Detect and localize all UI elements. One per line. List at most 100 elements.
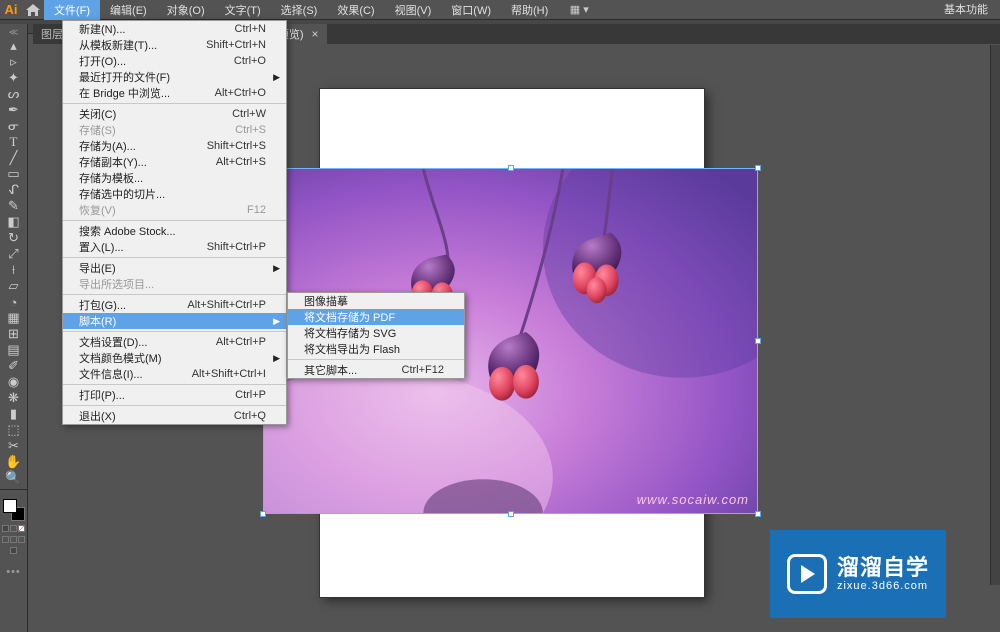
file-menu-item[interactable]: 导出(E)▶ bbox=[63, 260, 286, 276]
column-graph-tool-icon[interactable]: ▮ bbox=[2, 406, 26, 422]
artboard-tool-icon[interactable]: ⬚ bbox=[2, 422, 26, 438]
selection-handle[interactable] bbox=[755, 511, 761, 517]
curvature-tool-icon[interactable]: ᓂ bbox=[2, 118, 26, 134]
selection-tool-icon[interactable]: ▴ bbox=[2, 38, 26, 54]
panel-strip[interactable] bbox=[990, 45, 1000, 585]
submenu-arrow-icon: ▶ bbox=[273, 72, 280, 83]
mesh-tool-icon[interactable]: ⊞ bbox=[2, 326, 26, 342]
free-transform-tool-icon[interactable]: ▱ bbox=[2, 278, 26, 294]
file-menu-label: 新建(N)... bbox=[79, 21, 125, 37]
edit-toolbar-icon[interactable]: ••• bbox=[6, 566, 21, 578]
home-icon[interactable] bbox=[22, 0, 44, 20]
file-menu-label: 搜索 Adobe Stock... bbox=[79, 223, 176, 239]
menu-bar: Ai 文件(F) 编辑(E) 对象(O) 文字(T) 选择(S) 效果(C) 视… bbox=[0, 0, 1000, 20]
selection-handle[interactable] bbox=[755, 165, 761, 171]
draw-mode-row bbox=[2, 536, 25, 543]
magic-wand-tool-icon[interactable]: ✦ bbox=[2, 70, 26, 86]
selection-handle[interactable] bbox=[755, 338, 761, 344]
menu-help[interactable]: 帮助(H) bbox=[501, 0, 558, 20]
draw-behind-icon[interactable] bbox=[10, 536, 17, 543]
file-menu-dropdown: 新建(N)...Ctrl+N从模板新建(T)...Shift+Ctrl+N打开(… bbox=[62, 20, 287, 425]
selection-handle[interactable] bbox=[508, 511, 514, 517]
blend-tool-icon[interactable]: ◉ bbox=[2, 374, 26, 390]
color-mode-color-icon[interactable] bbox=[2, 525, 9, 532]
shape-builder-tool-icon[interactable]: ◔ bbox=[2, 294, 26, 310]
workspace-switcher[interactable]: 基本功能 bbox=[932, 0, 1000, 20]
color-mode-gradient-icon[interactable] bbox=[10, 525, 17, 532]
file-menu-item[interactable]: 打包(G)...Alt+Shift+Ctrl+P bbox=[63, 297, 286, 313]
file-menu-item[interactable]: 存储副本(Y)...Alt+Ctrl+S bbox=[63, 154, 286, 170]
file-menu-item[interactable]: 从模板新建(T)...Shift+Ctrl+N bbox=[63, 37, 286, 53]
slice-tool-icon[interactable]: ✂ bbox=[2, 438, 26, 454]
menu-file[interactable]: 文件(F) bbox=[44, 0, 100, 20]
scripts-menu-item[interactable]: 图像描摹 bbox=[288, 293, 464, 309]
file-menu-item[interactable]: 退出(X)Ctrl+Q bbox=[63, 408, 286, 424]
file-menu-item[interactable]: 在 Bridge 中浏览...Alt+Ctrl+O bbox=[63, 85, 286, 101]
zoom-tool-icon[interactable]: 🔍 bbox=[2, 470, 26, 486]
scripts-menu-item[interactable]: 其它脚本...Ctrl+F12 bbox=[288, 362, 464, 378]
scale-tool-icon[interactable]: ⤢ bbox=[2, 246, 26, 262]
file-menu-label: 打开(O)... bbox=[79, 53, 126, 69]
scripts-menu-label: 将文档导出为 Flash bbox=[304, 341, 400, 357]
file-menu-item[interactable]: 文档颜色模式(M)▶ bbox=[63, 350, 286, 366]
file-menu-label: 置入(L)... bbox=[79, 239, 124, 255]
rectangle-tool-icon[interactable]: ▭ bbox=[2, 166, 26, 182]
eyedropper-tool-icon[interactable]: ✐ bbox=[2, 358, 26, 374]
selection-handle[interactable] bbox=[260, 511, 266, 517]
menu-type[interactable]: 文字(T) bbox=[215, 0, 271, 20]
file-menu-item[interactable]: 关闭(C)Ctrl+W bbox=[63, 106, 286, 122]
eraser-tool-icon[interactable]: ◧ bbox=[2, 214, 26, 230]
file-menu-item[interactable]: 文档设置(D)...Alt+Ctrl+P bbox=[63, 334, 286, 350]
scripts-menu-item[interactable]: 将文档导出为 Flash bbox=[288, 341, 464, 357]
close-tab-icon[interactable]: × bbox=[312, 27, 319, 41]
menu-effect[interactable]: 效果(C) bbox=[327, 0, 384, 20]
screen-mode-icon[interactable] bbox=[10, 547, 17, 554]
line-tool-icon[interactable]: ╱ bbox=[2, 150, 26, 166]
menu-object[interactable]: 对象(O) bbox=[157, 0, 215, 20]
file-menu-item[interactable]: 存储为模板... bbox=[63, 170, 286, 186]
pen-tool-icon[interactable]: ✒ bbox=[2, 102, 26, 118]
file-menu-item[interactable]: 文件信息(I)...Alt+Shift+Ctrl+I bbox=[63, 366, 286, 382]
file-menu-item[interactable]: 打开(O)...Ctrl+O bbox=[63, 53, 286, 69]
paintbrush-tool-icon[interactable]: ᖋ bbox=[2, 182, 26, 198]
file-menu-item[interactable]: 存储为(A)...Shift+Ctrl+S bbox=[63, 138, 286, 154]
color-swatches[interactable] bbox=[3, 499, 25, 521]
draw-inside-icon[interactable] bbox=[18, 536, 25, 543]
file-menu-item[interactable]: 脚本(R)▶ bbox=[63, 313, 286, 329]
file-menu-shortcut: Alt+Shift+Ctrl+P bbox=[157, 299, 266, 311]
file-menu-item[interactable]: 存储选中的切片... bbox=[63, 186, 286, 202]
app-icon: Ai bbox=[0, 0, 22, 20]
rotate-tool-icon[interactable]: ↻ bbox=[2, 230, 26, 246]
hand-tool-icon[interactable]: ✋ bbox=[2, 454, 26, 470]
lasso-tool-icon[interactable]: ᔕ bbox=[2, 86, 26, 102]
draw-normal-icon[interactable] bbox=[2, 536, 9, 543]
scripts-menu-item[interactable]: 将文档存储为 PDF bbox=[288, 309, 464, 325]
file-menu-item[interactable]: 搜索 Adobe Stock... bbox=[63, 223, 286, 239]
file-menu-shortcut: Ctrl+W bbox=[202, 108, 266, 120]
file-menu-item[interactable]: 新建(N)...Ctrl+N bbox=[63, 21, 286, 37]
pencil-tool-icon[interactable]: ✎ bbox=[2, 198, 26, 214]
direct-selection-tool-icon[interactable]: ▹ bbox=[2, 54, 26, 70]
color-mode-none-icon[interactable] bbox=[18, 525, 25, 532]
selection-handle[interactable] bbox=[508, 165, 514, 171]
type-tool-icon[interactable]: T bbox=[2, 134, 26, 150]
file-menu-label: 文档颜色模式(M) bbox=[79, 350, 162, 366]
toolbox-collapse-icon[interactable]: ≪ bbox=[0, 26, 27, 38]
menu-window[interactable]: 窗口(W) bbox=[441, 0, 501, 20]
scripts-menu-shortcut: Ctrl+F12 bbox=[372, 364, 445, 376]
fill-color-swatch[interactable] bbox=[3, 499, 17, 513]
file-menu-item[interactable]: 打印(P)...Ctrl+P bbox=[63, 387, 286, 403]
perspective-tool-icon[interactable]: ▦ bbox=[2, 310, 26, 326]
menu-select[interactable]: 选择(S) bbox=[271, 0, 328, 20]
file-menu-item[interactable]: 置入(L)...Shift+Ctrl+P bbox=[63, 239, 286, 255]
scripts-menu-item[interactable]: 将文档存储为 SVG bbox=[288, 325, 464, 341]
file-menu-item: 导出所选项目... bbox=[63, 276, 286, 292]
menu-view[interactable]: 视图(V) bbox=[385, 0, 442, 20]
menu-edit[interactable]: 编辑(E) bbox=[100, 0, 157, 20]
gradient-tool-icon[interactable]: ▤ bbox=[2, 342, 26, 358]
width-tool-icon[interactable]: ⟊ bbox=[2, 262, 26, 278]
ime-icon[interactable]: ▦ ▾ bbox=[564, 0, 594, 20]
file-menu-shortcut: Shift+Ctrl+S bbox=[177, 140, 266, 152]
symbol-sprayer-tool-icon[interactable]: ❋ bbox=[2, 390, 26, 406]
file-menu-item[interactable]: 最近打开的文件(F)▶ bbox=[63, 69, 286, 85]
